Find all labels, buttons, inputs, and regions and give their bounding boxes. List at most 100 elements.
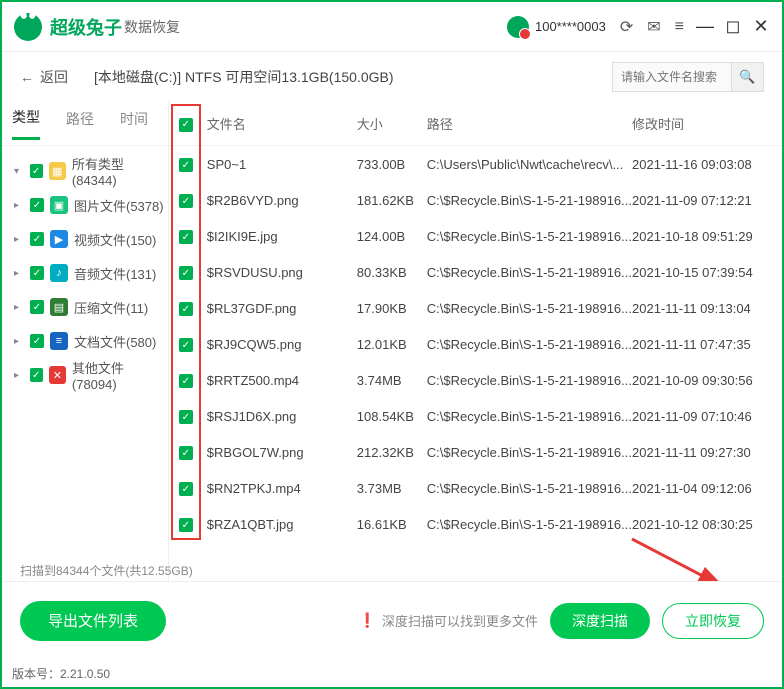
- brand-sub: 数据恢复: [124, 17, 180, 37]
- tree-item[interactable]: ▾ ✓ ▦ 所有类型(84344): [6, 154, 164, 188]
- cell-path: C:\$Recycle.Bin\S-1-5-21-198916...: [427, 373, 632, 388]
- maximize-button[interactable]: ◻: [724, 16, 742, 37]
- checkbox[interactable]: ✓: [30, 334, 44, 348]
- table-row[interactable]: ✓ $RSJ1D6X.png 108.54KB C:\$Recycle.Bin\…: [169, 398, 782, 434]
- col-path[interactable]: 路径: [427, 114, 632, 133]
- warning-icon: ❗: [359, 612, 376, 629]
- minimize-button[interactable]: —: [696, 16, 714, 37]
- row-checkbox[interactable]: ✓: [179, 302, 193, 316]
- search-input[interactable]: [612, 62, 732, 92]
- tree: ▾ ✓ ▦ 所有类型(84344)▸ ✓ ▣ 图片文件(5378)▸ ✓ ▶ 视…: [2, 146, 168, 581]
- checkbox[interactable]: ✓: [30, 198, 44, 212]
- tree-label: 所有类型(84344): [72, 154, 164, 188]
- table-row[interactable]: ✓ $RRTZ500.mp4 3.74MB C:\$Recycle.Bin\S-…: [169, 362, 782, 398]
- checkbox[interactable]: ✓: [30, 300, 44, 314]
- doc-icon: ≡: [50, 332, 68, 350]
- aud-icon: ♪: [50, 264, 68, 282]
- cell-path: C:\$Recycle.Bin\S-1-5-21-198916...: [427, 193, 632, 208]
- folder-icon: ▦: [49, 162, 66, 180]
- cell-path: C:\$Recycle.Bin\S-1-5-21-198916...: [427, 301, 632, 316]
- tree-item[interactable]: ▸ ✓ ♪ 音频文件(131): [6, 256, 164, 290]
- brand-name: 超级兔子: [50, 14, 122, 40]
- table-row[interactable]: ✓ $I2IKI9E.jpg 124.00B C:\$Recycle.Bin\S…: [169, 218, 782, 254]
- cell-path: C:\$Recycle.Bin\S-1-5-21-198916...: [427, 481, 632, 496]
- back-button[interactable]: ← 返回: [20, 67, 68, 87]
- scan-info: 扫描到84344个文件(共12.55GB): [20, 562, 193, 579]
- tree-item[interactable]: ▸ ✓ ≡ 文档文件(580): [6, 324, 164, 358]
- table-row[interactable]: ✓ $RN2TPKJ.mp4 3.73MB C:\$Recycle.Bin\S-…: [169, 470, 782, 506]
- vid-icon: ▶: [50, 230, 68, 248]
- tree-item[interactable]: ▸ ✓ ▶ 视频文件(150): [6, 222, 164, 256]
- row-checkbox[interactable]: ✓: [179, 518, 193, 532]
- cell-size: 3.73MB: [357, 481, 427, 496]
- recover-button[interactable]: 立即恢复: [662, 603, 764, 639]
- row-checkbox[interactable]: ✓: [179, 410, 193, 424]
- footer: 导出文件列表 ❗ 深度扫描可以找到更多文件 深度扫描 立即恢复: [2, 581, 782, 659]
- deep-tip: ❗ 深度扫描可以找到更多文件: [359, 611, 538, 630]
- close-button[interactable]: ✕: [752, 16, 770, 37]
- tree-label: 其他文件(78094): [72, 358, 164, 392]
- user-id: 100****0003: [535, 19, 606, 34]
- table-row[interactable]: ✓ $RZA1QBT.jpg 16.61KB C:\$Recycle.Bin\S…: [169, 506, 782, 542]
- cell-time: 2021-11-11 09:13:04: [632, 301, 772, 316]
- row-checkbox[interactable]: ✓: [179, 194, 193, 208]
- tab-type[interactable]: 类型: [12, 107, 40, 140]
- row-checkbox[interactable]: ✓: [179, 446, 193, 460]
- tree-label: 文档文件(580): [74, 332, 156, 351]
- cell-size: 212.32KB: [357, 445, 427, 460]
- cell-size: 733.00B: [357, 157, 427, 172]
- table-row[interactable]: ✓ $RSVDUSU.png 80.33KB C:\$Recycle.Bin\S…: [169, 254, 782, 290]
- feedback-icon[interactable]: ✉: [647, 17, 660, 37]
- row-checkbox[interactable]: ✓: [179, 338, 193, 352]
- menu-icon[interactable]: ≡: [675, 18, 684, 36]
- caret-icon: ▸: [14, 302, 24, 313]
- tab-path[interactable]: 路径: [66, 109, 94, 139]
- checkbox[interactable]: ✓: [30, 164, 43, 178]
- tree-item[interactable]: ▸ ✓ ✕ 其他文件(78094): [6, 358, 164, 392]
- deep-scan-button[interactable]: 深度扫描: [550, 603, 650, 639]
- cell-time: 2021-11-16 09:03:08: [632, 157, 772, 172]
- select-all-checkbox[interactable]: ✓: [179, 118, 193, 132]
- refresh-icon[interactable]: ⟳: [620, 17, 633, 37]
- user-area[interactable]: 100****0003: [507, 16, 606, 38]
- tree-item[interactable]: ▸ ✓ ▤ 压缩文件(11): [6, 290, 164, 324]
- file-list: ✓ 文件名 大小 路径 修改时间 ✓ SP0~1 733.00B C:\User…: [169, 102, 782, 581]
- app-logo-icon: [14, 13, 42, 41]
- col-size[interactable]: 大小: [357, 114, 427, 133]
- cell-size: 108.54KB: [357, 409, 427, 424]
- img-icon: ▣: [50, 196, 68, 214]
- checkbox[interactable]: ✓: [30, 368, 43, 382]
- cell-time: 2021-10-09 09:30:56: [632, 373, 772, 388]
- tree-item[interactable]: ▸ ✓ ▣ 图片文件(5378): [6, 188, 164, 222]
- cell-size: 12.01KB: [357, 337, 427, 352]
- export-button[interactable]: 导出文件列表: [20, 601, 166, 641]
- cell-path: C:\$Recycle.Bin\S-1-5-21-198916...: [427, 229, 632, 244]
- search-button[interactable]: 🔍: [732, 62, 764, 92]
- row-checkbox[interactable]: ✓: [179, 230, 193, 244]
- cell-name: $RRTZ500.mp4: [207, 373, 357, 388]
- cell-size: 17.90KB: [357, 301, 427, 316]
- checkbox[interactable]: ✓: [30, 266, 44, 280]
- row-checkbox[interactable]: ✓: [179, 266, 193, 280]
- col-time[interactable]: 修改时间: [632, 114, 772, 133]
- cell-path: C:\$Recycle.Bin\S-1-5-21-198916...: [427, 337, 632, 352]
- checkbox[interactable]: ✓: [30, 232, 44, 246]
- cell-path: C:\$Recycle.Bin\S-1-5-21-198916...: [427, 445, 632, 460]
- cell-time: 2021-11-11 09:27:30: [632, 445, 772, 460]
- cell-path: C:\$Recycle.Bin\S-1-5-21-198916...: [427, 517, 632, 532]
- table-row[interactable]: ✓ SP0~1 733.00B C:\Users\Public\Nwt\cach…: [169, 146, 782, 182]
- cell-time: 2021-10-15 07:39:54: [632, 265, 772, 280]
- caret-icon: ▸: [14, 336, 24, 347]
- col-name[interactable]: 文件名: [207, 114, 357, 133]
- table-row[interactable]: ✓ $RBGOL7W.png 212.32KB C:\$Recycle.Bin\…: [169, 434, 782, 470]
- cell-time: 2021-11-04 09:12:06: [632, 481, 772, 496]
- cell-name: $RBGOL7W.png: [207, 445, 357, 460]
- tab-time[interactable]: 时间: [120, 109, 148, 139]
- table-row[interactable]: ✓ $R2B6VYD.png 181.62KB C:\$Recycle.Bin\…: [169, 182, 782, 218]
- cell-name: $I2IKI9E.jpg: [207, 229, 357, 244]
- table-row[interactable]: ✓ $RJ9CQW5.png 12.01KB C:\$Recycle.Bin\S…: [169, 326, 782, 362]
- table-row[interactable]: ✓ $RL37GDF.png 17.90KB C:\$Recycle.Bin\S…: [169, 290, 782, 326]
- row-checkbox[interactable]: ✓: [179, 482, 193, 496]
- row-checkbox[interactable]: ✓: [179, 374, 193, 388]
- row-checkbox[interactable]: ✓: [179, 158, 193, 172]
